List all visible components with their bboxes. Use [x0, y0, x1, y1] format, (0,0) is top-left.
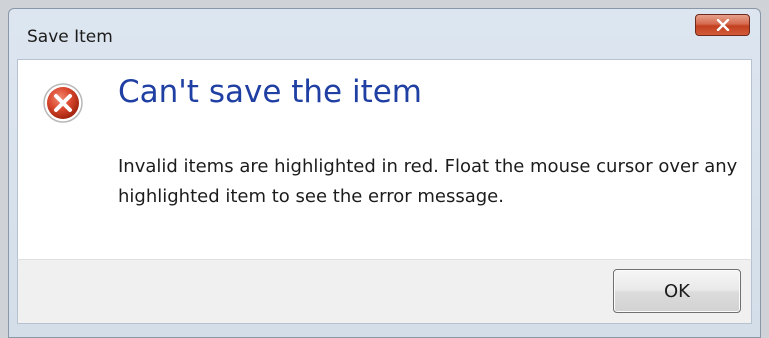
- dialog-body: Can't save the item Invalid items are hi…: [17, 59, 752, 259]
- ok-button[interactable]: OK: [613, 269, 741, 313]
- error-icon: [43, 83, 83, 123]
- save-item-dialog: Save Item Can't save the item Invalid it…: [8, 8, 761, 338]
- close-button[interactable]: [695, 14, 750, 36]
- dialog-heading: Can't save the item: [118, 74, 423, 110]
- dialog-footer: OK: [17, 259, 752, 324]
- window-title: Save Item: [27, 27, 113, 47]
- close-icon: [716, 19, 729, 31]
- dialog-message: Invalid items are highlighted in red. Fl…: [118, 156, 738, 207]
- title-bar[interactable]: Save Item: [9, 9, 760, 57]
